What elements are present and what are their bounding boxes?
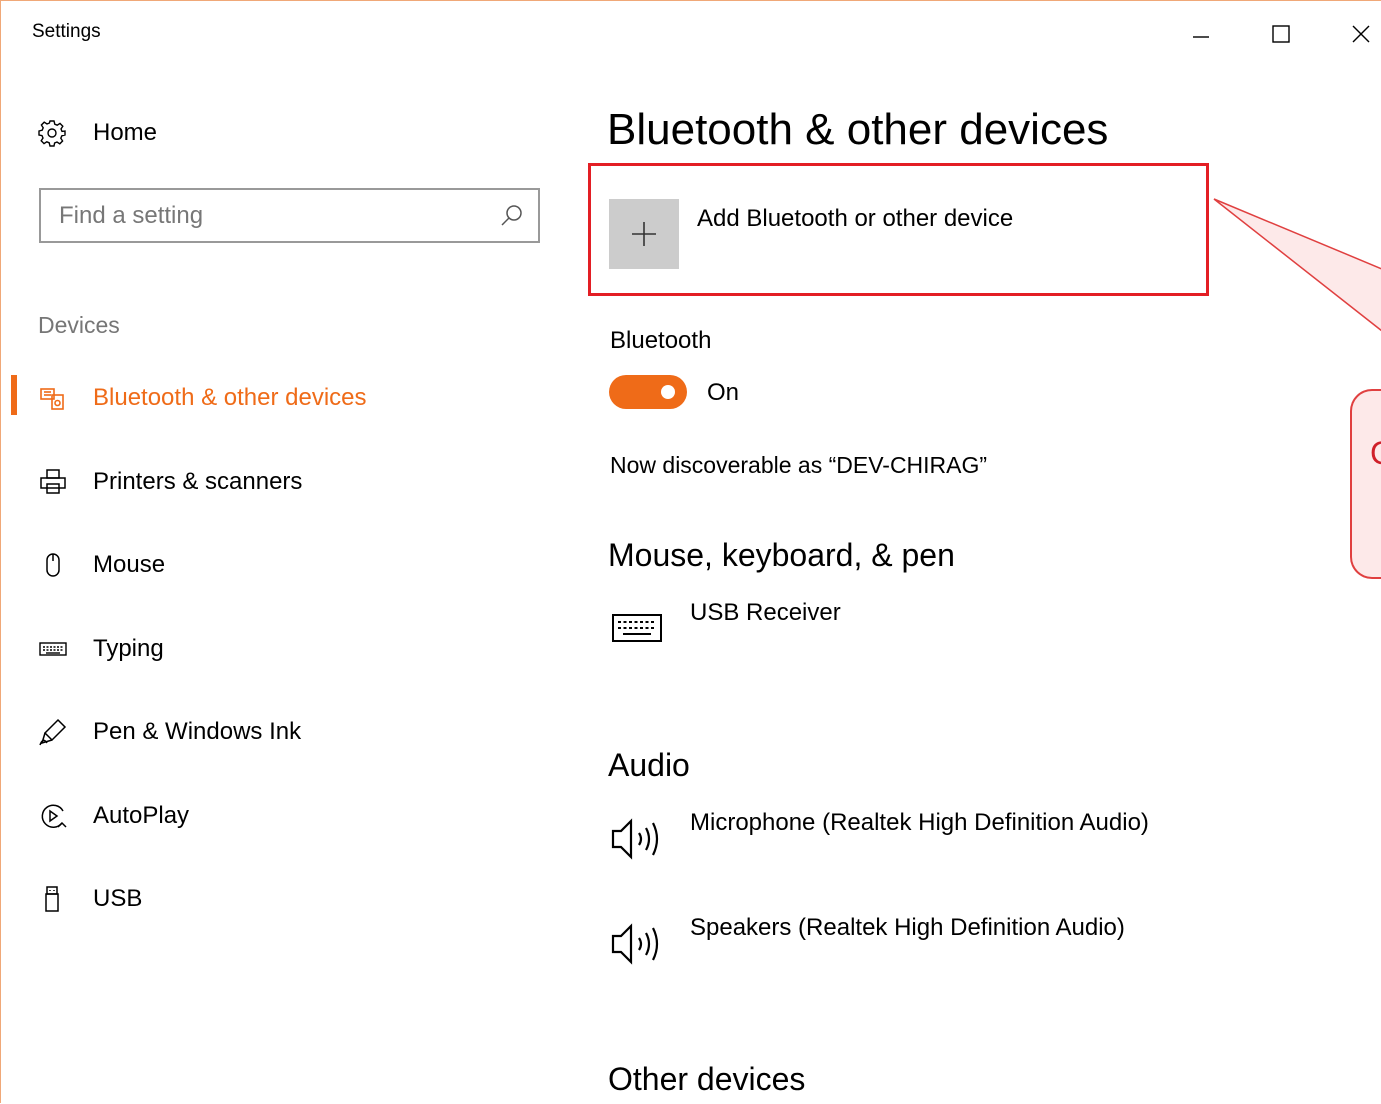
maximize-button[interactable] xyxy=(1251,9,1311,59)
home-nav-item[interactable]: Home xyxy=(37,113,157,153)
search-input[interactable] xyxy=(59,198,489,234)
settings-window: Settings Home Devices xyxy=(0,0,1381,1103)
close-button[interactable] xyxy=(1331,9,1381,59)
window-title: Settings xyxy=(32,21,101,42)
device-name: Speakers (Realtek High Definition Audio) xyxy=(690,914,1125,941)
device-name: USB Receiver xyxy=(690,599,841,626)
search-box xyxy=(39,188,540,243)
keyboard-icon xyxy=(612,614,662,642)
device-speakers[interactable]: Speakers (Realtek High Definition Audio) xyxy=(609,914,1309,974)
device-usb-receiver[interactable]: USB Receiver xyxy=(609,599,1309,659)
section-heading-audio: Audio xyxy=(608,747,690,783)
autoplay-icon xyxy=(38,801,68,831)
gear-icon xyxy=(38,120,66,147)
minimize-icon xyxy=(1193,36,1209,38)
toggle-knob xyxy=(661,385,675,399)
keyboard-icon xyxy=(38,634,68,664)
sidebar-item-typing[interactable]: Typing xyxy=(11,622,571,676)
sidebar-item-label: Bluetooth & other devices xyxy=(93,384,367,411)
callout-box: C xyxy=(1350,389,1381,579)
sidebar-item-label: USB xyxy=(93,885,143,912)
add-device-button[interactable]: Add Bluetooth or other device xyxy=(609,199,1199,271)
sidebar-item-pen[interactable]: Pen & Windows Ink xyxy=(11,705,571,759)
device-microphone[interactable]: Microphone (Realtek High Definition Audi… xyxy=(609,809,1309,869)
home-label: Home xyxy=(93,119,158,146)
device-name: Microphone (Realtek High Definition Audi… xyxy=(690,809,1149,836)
minimize-button[interactable] xyxy=(1171,9,1231,59)
sidebar-item-label: Mouse xyxy=(93,551,166,578)
callout-text: C xyxy=(1370,435,1381,472)
bluetooth-toggle[interactable] xyxy=(609,375,687,409)
sidebar-item-mouse[interactable]: Mouse xyxy=(11,538,571,592)
discoverable-text: Now discoverable as “DEV-CHIRAG” xyxy=(610,452,988,478)
usb-icon xyxy=(38,884,68,914)
section-heading-mouse-keyboard-pen: Mouse, keyboard, & pen xyxy=(608,537,955,573)
mouse-icon xyxy=(38,550,68,580)
sidebar-item-label: AutoPlay xyxy=(93,802,190,829)
add-device-label: Add Bluetooth or other device xyxy=(697,205,1014,232)
sidebar-item-autoplay[interactable]: AutoPlay xyxy=(11,789,571,843)
bluetooth-toggle-state: On xyxy=(707,379,740,406)
bluetooth-label: Bluetooth xyxy=(610,327,712,354)
speaker-icon xyxy=(611,923,659,965)
close-icon xyxy=(1352,25,1370,43)
plus-icon xyxy=(609,199,679,269)
section-label-devices: Devices xyxy=(38,312,120,338)
section-heading-other-devices: Other devices xyxy=(608,1061,806,1097)
sidebar-item-usb[interactable]: USB xyxy=(11,872,571,926)
search-icon[interactable] xyxy=(500,204,524,228)
sidebar-item-label: Pen & Windows Ink xyxy=(93,718,302,745)
sidebar-item-label: Typing xyxy=(93,635,164,662)
pen-icon xyxy=(38,717,68,747)
printer-icon xyxy=(38,467,68,497)
sidebar-item-label: Printers & scanners xyxy=(93,468,303,495)
maximize-icon xyxy=(1272,25,1290,43)
bluetooth-devices-icon xyxy=(38,383,68,413)
speaker-icon xyxy=(611,818,659,860)
sidebar-item-bluetooth[interactable]: Bluetooth & other devices xyxy=(11,371,571,425)
sidebar-item-printers[interactable]: Printers & scanners xyxy=(11,455,571,509)
page-title: Bluetooth & other devices xyxy=(607,105,1109,154)
